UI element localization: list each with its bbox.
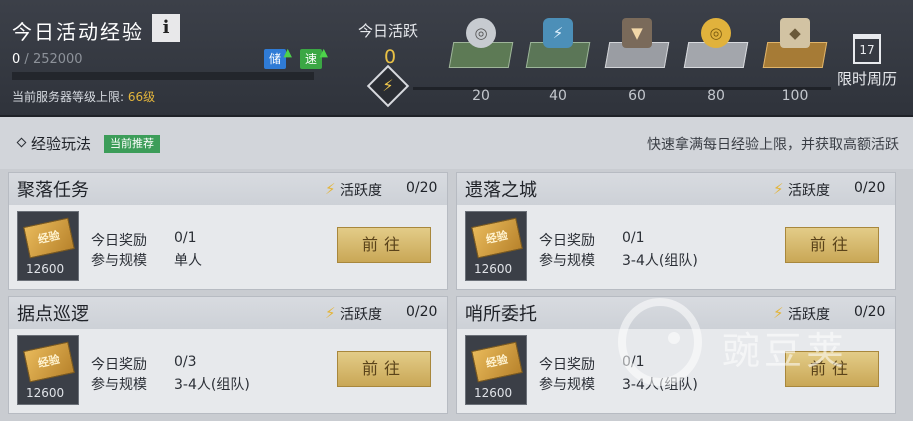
ticket-text: 经验 <box>36 228 62 247</box>
scale-value: 单人 <box>174 253 202 269</box>
milestone-value: 40 <box>549 88 567 104</box>
scale-value: 3-4人(组队) <box>622 377 698 393</box>
card-title: 哨所委托 <box>465 304 537 325</box>
reward-value: 0/1 <box>174 230 197 246</box>
reward-value: 0/1 <box>622 354 645 370</box>
exp-separator: / <box>20 52 33 67</box>
ticket-text: 经验 <box>36 352 62 371</box>
up-arrow-icon: ▲ <box>319 46 328 59</box>
reward-label: 今日奖励 <box>91 233 147 249</box>
activity-value: 0/20 <box>854 180 886 196</box>
card-title: 据点巡逻 <box>17 304 89 325</box>
reward-value: 0/3 <box>174 354 197 370</box>
speed-boost-badge[interactable]: 速 ▲ <box>300 46 328 69</box>
store-boost-badge[interactable]: 储 ▲ <box>264 46 292 69</box>
exp-progress-bar <box>12 72 314 80</box>
info-button[interactable]: i <box>152 14 180 42</box>
limited-week-label: 限时周历 <box>836 70 897 88</box>
scale-value: 3-4人(组队) <box>174 377 250 393</box>
gold-coin-chest-icon: ◎ <box>681 16 751 78</box>
card-title: 聚落任务 <box>17 180 89 201</box>
activity-label: 活跃度 <box>340 183 382 199</box>
milestone-20[interactable]: ◎ 20 <box>440 16 522 104</box>
reward-label: 今日奖励 <box>91 357 147 373</box>
exp-ticket-icon: 经验 12600 <box>465 335 527 405</box>
lightning-icon: ⚡ <box>325 304 336 322</box>
energy-chest-icon: ⚡ <box>523 16 593 78</box>
gold-ore-chest-icon: ◆ <box>760 16 830 78</box>
calendar-icon: 17 <box>853 34 881 64</box>
server-level-limit: 当前服务器等级上限: 66级 <box>12 88 155 105</box>
ticket-amount: 12600 <box>474 386 513 400</box>
section-title: 经验玩法 <box>31 135 92 153</box>
server-limit-level: 66级 <box>127 90 156 104</box>
activity-card: 遗落之城 ⚡ 活跃度 0/20 经验 12600 今日奖励 0/1 参与规模 3… <box>456 172 896 290</box>
server-limit-prefix: 当前服务器等级上限: <box>12 90 128 104</box>
up-arrow-icon: ▲ <box>283 46 292 59</box>
exp-max: 252000 <box>32 52 83 67</box>
activity-header: 今日活动经验 i 0 / 252000 储 ▲ 速 ▲ 当前服务器等级上限: 6… <box>0 0 913 117</box>
reward-label: 今日奖励 <box>539 357 595 373</box>
milestone-60[interactable]: ▼ 60 <box>596 16 678 104</box>
diamond-bullet-icon <box>16 137 27 148</box>
scale-label: 参与规模 <box>539 253 595 269</box>
activity-label: 活跃度 <box>340 307 382 323</box>
ticket-amount: 12600 <box>26 386 65 400</box>
milestone-value: 100 <box>781 88 809 104</box>
lightning-icon: ⚡ <box>773 304 784 322</box>
go-button[interactable]: 前往 <box>785 227 879 263</box>
milestone-value: 20 <box>472 88 490 104</box>
recommend-tag: 当前推荐 <box>104 135 160 153</box>
go-button[interactable]: 前往 <box>785 351 879 387</box>
scale-label: 参与规模 <box>91 377 147 393</box>
milestone-100[interactable]: ◆ 100 <box>754 16 836 104</box>
exp-ticket-icon: 经验 12600 <box>17 335 79 405</box>
reward-value: 0/1 <box>622 230 645 246</box>
activity-value: 0/20 <box>406 180 438 196</box>
ticket-text: 经验 <box>484 228 510 247</box>
activity-card: 哨所委托 ⚡ 活跃度 0/20 经验 12600 今日奖励 0/1 参与规模 3… <box>456 296 896 414</box>
ticket-amount: 12600 <box>26 262 65 276</box>
activity-card: 聚落任务 ⚡ 活跃度 0/20 经验 12600 今日奖励 0/1 参与规模 单… <box>8 172 448 290</box>
milestone-value: 80 <box>707 88 725 104</box>
scale-label: 参与规模 <box>539 377 595 393</box>
exp-ticket-icon: 经验 12600 <box>17 211 79 281</box>
silver-coin-chest-icon: ◎ <box>446 16 516 78</box>
milestone-value: 60 <box>628 88 646 104</box>
activity-label: 活跃度 <box>788 307 830 323</box>
go-button[interactable]: 前往 <box>337 351 431 387</box>
go-button[interactable]: 前往 <box>337 227 431 263</box>
reward-label: 今日奖励 <box>539 233 595 249</box>
milestone-80[interactable]: ◎ 80 <box>675 16 757 104</box>
section-header: 经验玩法 当前推荐 快速拿满每日经验上限，并获取高额活跃 <box>0 117 913 169</box>
daily-active-label: 今日活跃 <box>358 22 419 40</box>
emblem-chest-icon: ▼ <box>602 16 672 78</box>
lightning-icon: ⚡ <box>325 180 336 198</box>
ticket-amount: 12600 <box>474 262 513 276</box>
exp-value: 0 / 252000 <box>12 52 83 67</box>
speed-badge-label: 速 <box>304 52 317 66</box>
activity-label: 活跃度 <box>788 183 830 199</box>
store-badge-label: 储 <box>268 52 281 66</box>
limited-week-button[interactable]: 17 限时周历 <box>830 34 904 89</box>
activity-value: 0/20 <box>406 304 438 320</box>
ticket-text: 经验 <box>484 352 510 371</box>
activity-value: 0/20 <box>854 304 886 320</box>
activity-card: 据点巡逻 ⚡ 活跃度 0/20 经验 12600 今日奖励 0/3 参与规模 3… <box>8 296 448 414</box>
exp-ticket-icon: 经验 12600 <box>465 211 527 281</box>
scale-label: 参与规模 <box>91 253 147 269</box>
milestone-40[interactable]: ⚡ 40 <box>517 16 599 104</box>
card-title: 遗落之城 <box>465 180 537 201</box>
scale-value: 3-4人(组队) <box>622 253 698 269</box>
section-description: 快速拿满每日经验上限，并获取高额活跃 <box>647 137 899 153</box>
daily-active-value: 0 <box>384 46 397 68</box>
lightning-icon: ⚡ <box>773 180 784 198</box>
exp-title: 今日活动经验 <box>12 20 144 44</box>
lightning-icon: ⚡ <box>366 64 410 108</box>
